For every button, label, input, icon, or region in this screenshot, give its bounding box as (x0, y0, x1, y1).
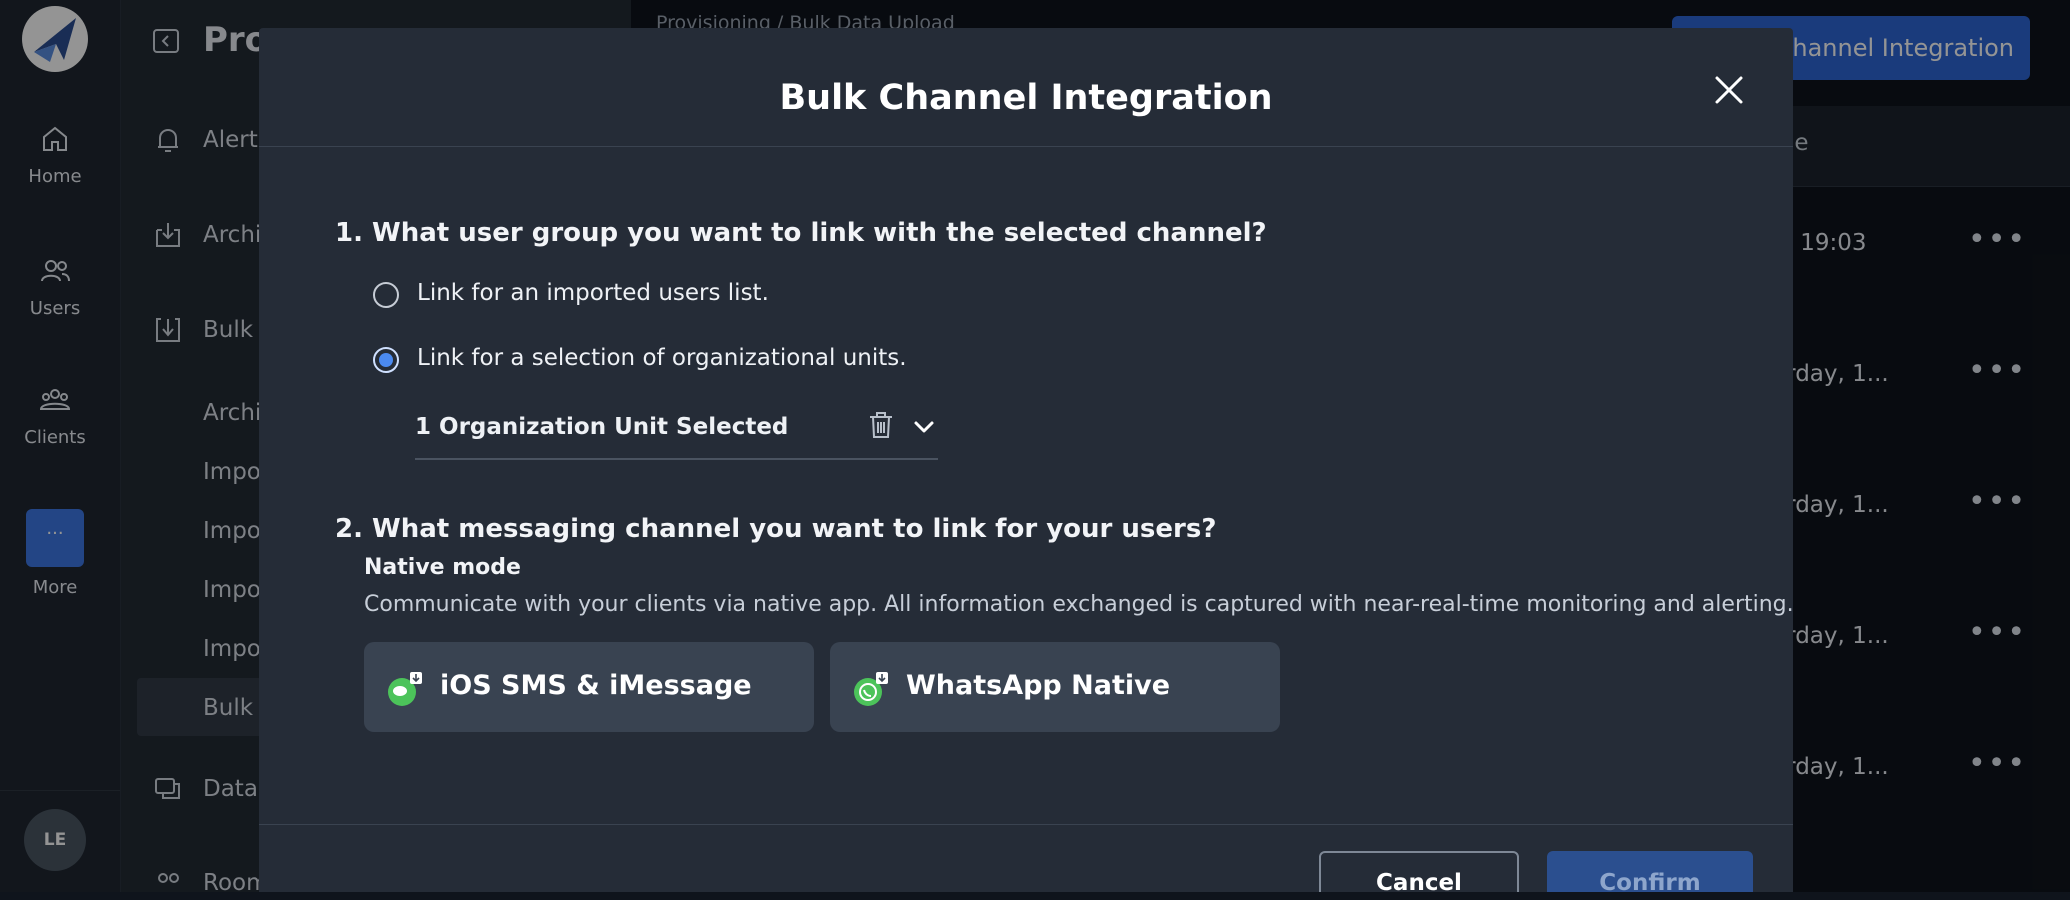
modal-title: Bulk Channel Integration (779, 78, 1273, 118)
native-mode-heading: Native mode (364, 555, 521, 580)
channel-card-whatsapp[interactable]: WhatsApp Native (830, 642, 1280, 732)
question-user-group: 1. What user group you want to link with… (335, 218, 1267, 248)
question-messaging-channel: 2. What messaging channel you want to li… (335, 514, 1217, 544)
radio-button[interactable] (373, 282, 399, 308)
native-mode-description: Communicate with your clients via native… (364, 592, 1793, 617)
channel-label: WhatsApp Native (906, 670, 1171, 701)
chevron-down-icon[interactable] (911, 414, 937, 440)
close-icon[interactable] (1711, 72, 1747, 108)
channel-label: iOS SMS & iMessage (440, 670, 752, 701)
org-unit-select-value: 1 Organization Unit Selected (415, 414, 789, 440)
confirm-button[interactable]: Confirm (1547, 851, 1753, 892)
option-label[interactable]: Link for a selection of organizational u… (417, 345, 907, 371)
option-label[interactable]: Link for an imported users list. (417, 280, 769, 306)
bulk-channel-integration-dialog: Bulk Channel Integration 1. What user gr… (259, 28, 1793, 892)
cancel-button[interactable]: Cancel (1319, 851, 1519, 892)
whatsapp-icon (850, 670, 890, 710)
modal-footer: Cancel Confirm (259, 824, 1793, 892)
imessage-icon (384, 670, 424, 710)
org-unit-select[interactable]: 1 Organization Unit Selected (415, 402, 938, 460)
trash-icon[interactable] (867, 410, 895, 440)
channel-card-imessage[interactable]: iOS SMS & iMessage (364, 642, 814, 732)
radio-button-checked[interactable] (373, 347, 399, 373)
modal-header: Bulk Channel Integration (259, 28, 1793, 147)
